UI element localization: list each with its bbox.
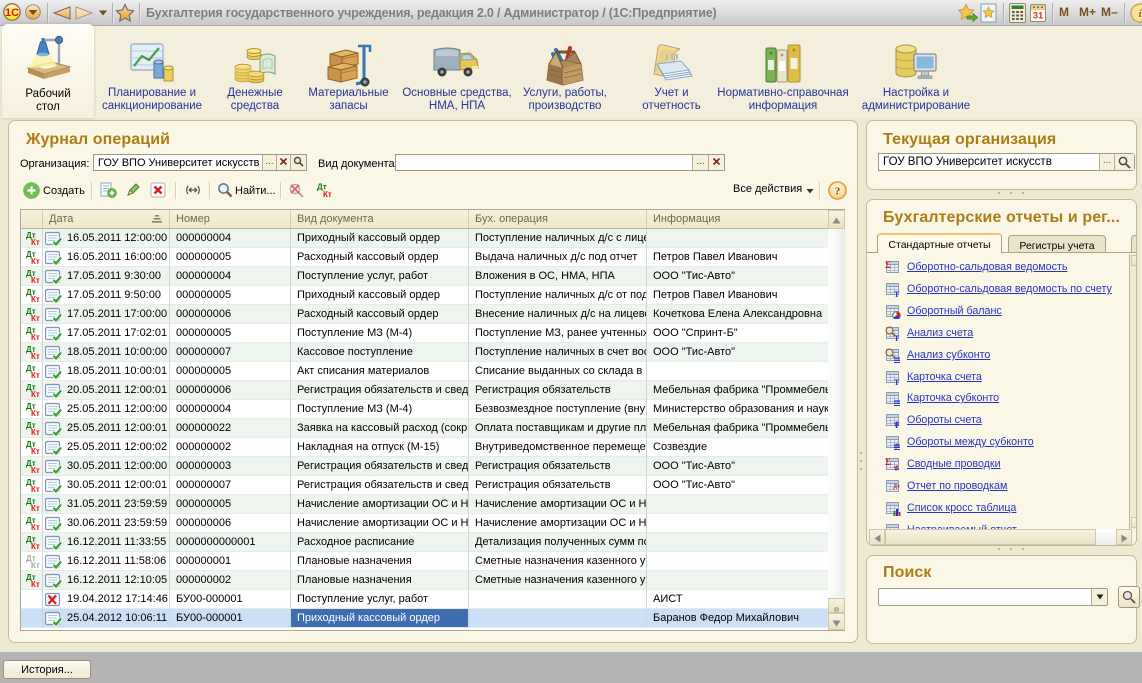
svg-text:Т: Т — [894, 378, 900, 385]
svg-text:1С: 1С — [5, 7, 19, 19]
svg-text:Σ: Σ — [885, 457, 891, 467]
svg-text:Т: Т — [894, 334, 900, 341]
svg-text:Т: Т — [894, 290, 900, 297]
svg-text:Дт: Дт — [893, 484, 900, 490]
svg-text:31: 31 — [1033, 11, 1044, 22]
svg-text:Кт: Кт — [323, 190, 332, 198]
svg-text:i: i — [1138, 8, 1142, 20]
svg-text:Σ: Σ — [885, 260, 891, 270]
svg-text:Т: Т — [894, 421, 900, 428]
svg-text:?: ? — [835, 186, 841, 198]
